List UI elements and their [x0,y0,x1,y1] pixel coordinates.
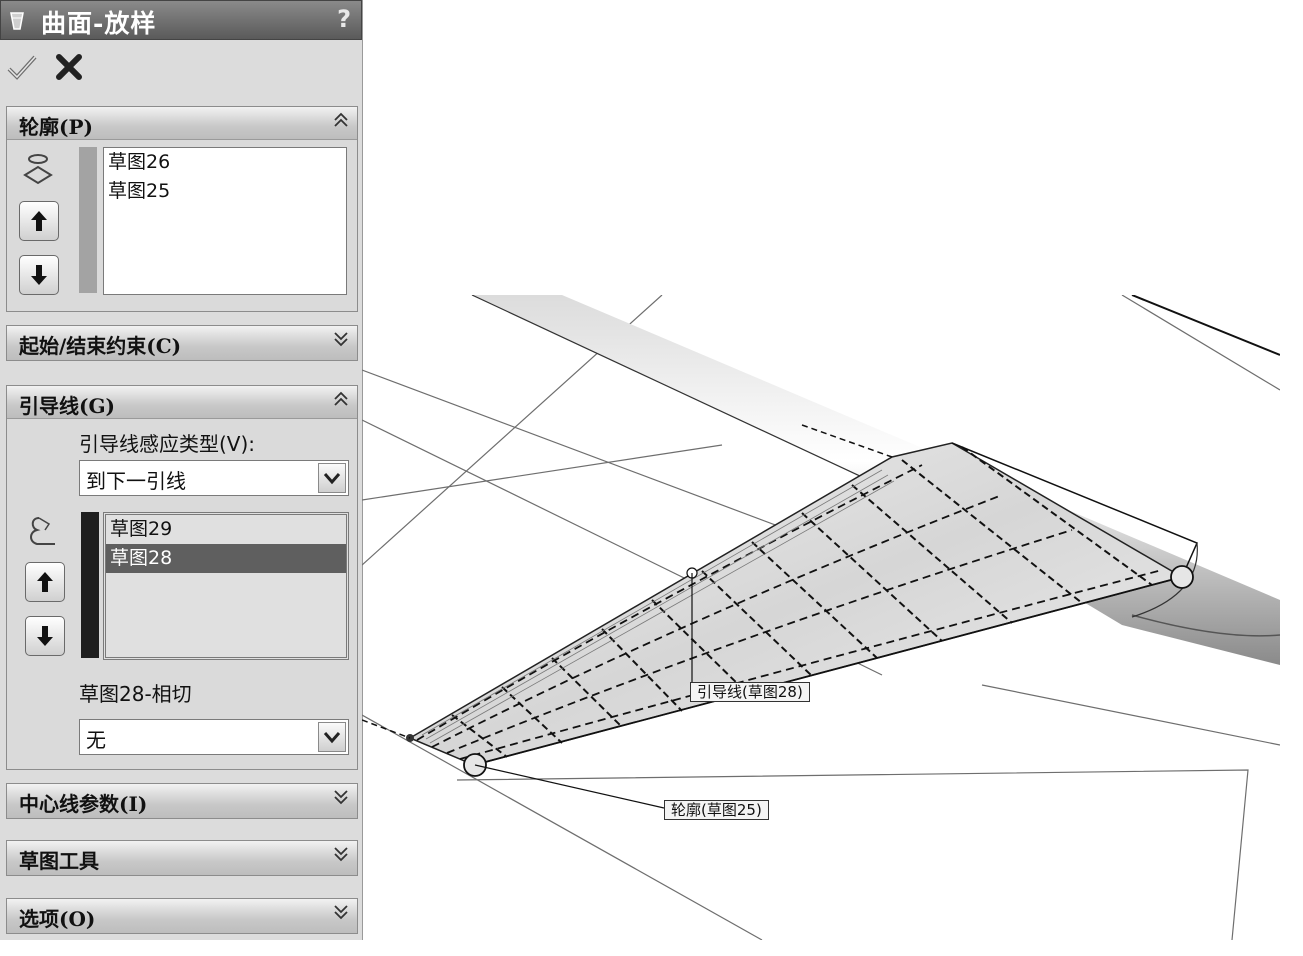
arrow-up-icon [31,211,47,231]
list-item[interactable]: 草图25 [104,177,346,206]
chevron-down-icon[interactable] [318,463,346,493]
centerline-section-header[interactable]: 中心线参数(I) [7,784,357,818]
guide-influence-select[interactable]: 到下一引线 [79,460,349,496]
profile-callout[interactable]: 轮廓(草图25) [664,800,769,820]
graphics-viewport[interactable]: 引导线(草图28) 轮廓(草图25) [362,295,1280,940]
start-end-section-header[interactable]: 起始/结束约束(C) [7,326,357,360]
list-item-selected[interactable]: 草图28 [106,544,346,573]
start-end-section-title: 起始/结束约束(C) [19,334,182,358]
chevron-down-icon[interactable] [318,722,346,752]
arrow-down-icon [31,265,47,285]
profiles-list[interactable]: 草图26 草图25 [103,147,347,295]
guide-curves-section-header[interactable]: 引导线(G) [7,386,357,419]
close-x-icon[interactable] [54,52,84,82]
guide-move-up-button[interactable] [25,562,65,602]
property-manager-panel: 曲面-放样 ? 轮廓(P) 草图26 草图25 起始/结束约束(C) 引导线(G… [0,0,363,940]
options-section: 选项(O) [6,898,358,934]
centerline-parameters-section: 中心线参数(I) [6,783,358,819]
centerline-section-title: 中心线参数(I) [19,792,148,816]
options-section-header[interactable]: 选项(O) [7,899,357,933]
guide-curve-callout[interactable]: 引导线(草图28) [690,682,810,702]
guide-tangency-label: 草图28-相切 [79,682,192,706]
move-up-button[interactable] [19,201,59,241]
options-section-title: 选项(O) [19,907,96,931]
guide-influence-label: 引导线感应类型(V): [79,432,256,456]
checkmark-icon[interactable] [6,52,38,82]
guide-move-down-button[interactable] [25,616,65,656]
sketch-tools-section: 草图工具 [6,840,358,876]
start-end-constraints-section: 起始/结束约束(C) [6,325,358,361]
wing-loft-surface [362,424,1198,809]
help-button[interactable]: ? [337,5,351,33]
chevron-down-icon[interactable] [333,788,349,811]
arrow-down-icon [37,626,53,646]
profiles-section-title: 轮廓(P) [19,115,93,139]
panel-title: 曲面-放样 [41,9,157,38]
chevron-down-icon[interactable] [333,903,349,926]
guide-tangency-value: 无 [86,728,106,752]
chevron-up-icon[interactable] [333,111,349,134]
wing-model-view[interactable] [362,295,1280,940]
profile-icon [23,154,53,185]
sketch-tools-section-title: 草图工具 [19,849,99,873]
list-item[interactable]: 草图26 [104,148,346,177]
profiles-section: 轮廓(P) 草图26 草图25 [6,106,358,312]
profiles-section-header[interactable]: 轮廓(P) [7,107,357,140]
arrow-up-icon [37,572,53,592]
guide-curves-section: 引导线(G) 引导线感应类型(V): 到下一引线 草图29 草图28 草图28- [6,385,358,770]
guide-tangency-select[interactable]: 无 [79,719,349,755]
profiles-color-bar [79,147,97,293]
chevron-down-icon[interactable] [333,330,349,353]
loft-surface-icon [10,12,24,30]
sketch-tools-section-header[interactable]: 草图工具 [7,841,357,875]
guide-influence-value: 到下一引线 [86,469,186,493]
move-down-button[interactable] [19,255,59,295]
panel-titlebar: 曲面-放样 ? [0,0,362,40]
chevron-down-icon[interactable] [333,845,349,868]
guide-curves-section-title: 引导线(G) [19,394,116,418]
list-item[interactable]: 草图29 [106,515,346,544]
guides-color-bar [81,512,99,658]
chevron-up-icon[interactable] [333,390,349,413]
guide-curve-icon [30,517,55,545]
guides-list[interactable]: 草图29 草图28 [103,512,349,660]
